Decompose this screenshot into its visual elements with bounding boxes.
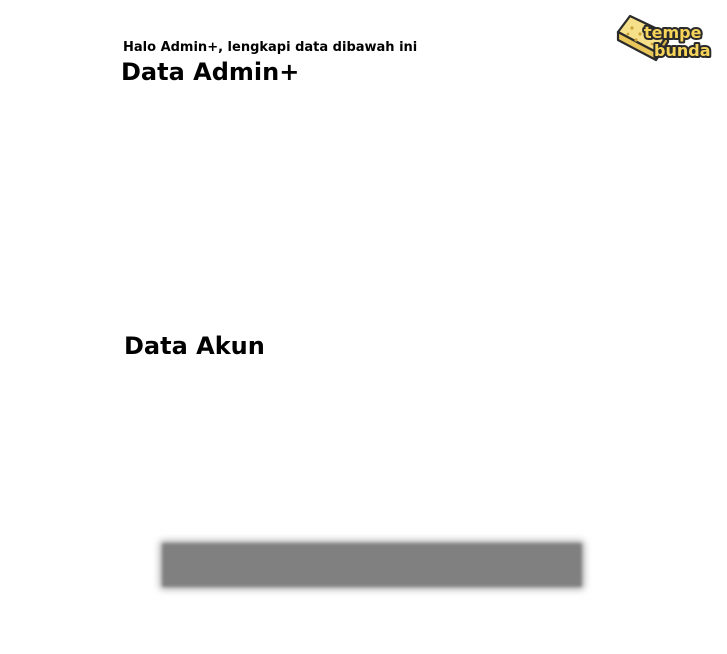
page-title: Data Admin+ xyxy=(121,58,300,86)
page: Halo Admin+, lengkapi data dibawah ini D… xyxy=(0,0,727,654)
submit-button[interactable] xyxy=(162,543,582,587)
section-title-account: Data Akun xyxy=(124,332,265,360)
tempe-bunda-logo: tempe tempe bunda bunda xyxy=(616,14,712,62)
svg-text:tempe: tempe xyxy=(644,23,702,42)
greeting-text: Halo Admin+, lengkapi data dibawah ini xyxy=(123,40,418,55)
svg-text:bunda: bunda xyxy=(654,41,710,60)
logo-wordmark: tempe tempe bunda bunda xyxy=(642,21,712,62)
